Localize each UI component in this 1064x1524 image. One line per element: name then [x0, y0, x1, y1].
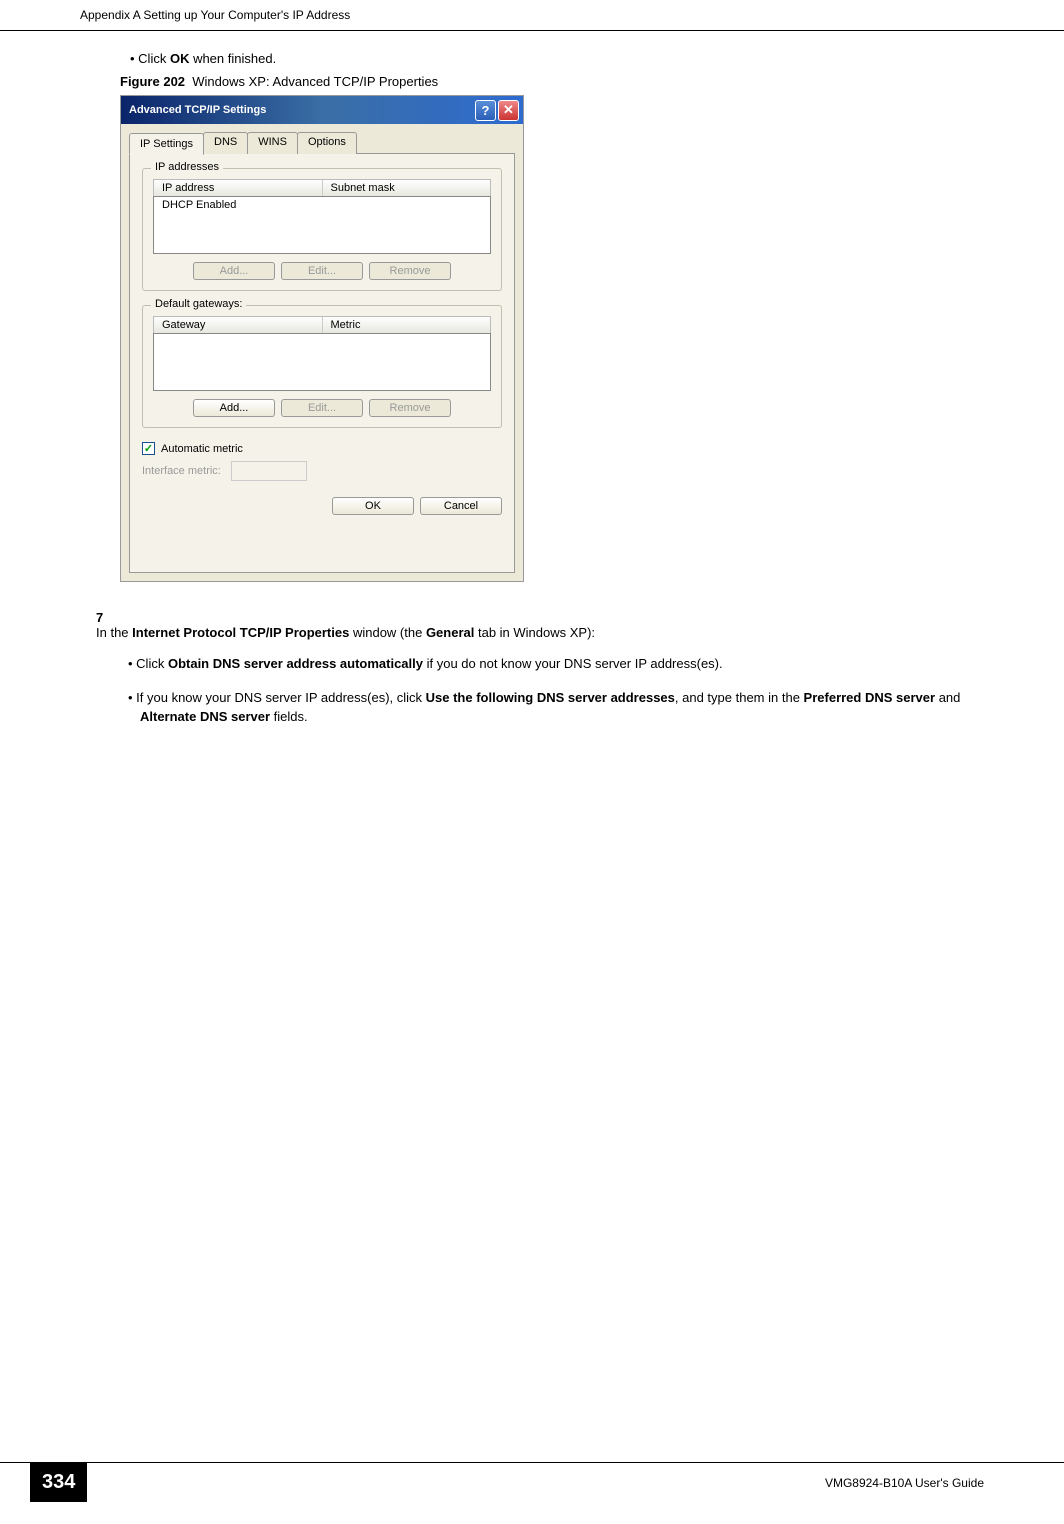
appendix-title: Appendix A Setting up Your Computer's IP… — [80, 8, 350, 22]
interface-metric-label: Interface metric: — [142, 465, 221, 477]
gw-list-header: Gateway Metric — [153, 316, 491, 333]
cancel-button[interactable]: Cancel — [420, 497, 502, 515]
ip-list-header: IP address Subnet mask — [153, 179, 491, 196]
figure-caption: Figure 202 Windows XP: Advanced TCP/IP P… — [120, 74, 984, 89]
guide-name: VMG8924-B10A User's Guide — [825, 1476, 984, 1490]
list-row[interactable]: DHCP Enabled — [154, 197, 490, 213]
tab-dns[interactable]: DNS — [203, 132, 248, 154]
advanced-tcpip-dialog: Advanced TCP/IP Settings ? ✕ IP Settings… — [120, 95, 524, 582]
gw-add-button[interactable]: Add... — [193, 399, 275, 417]
ip-list[interactable]: DHCP Enabled — [153, 196, 491, 254]
automatic-metric-label: Automatic metric — [161, 443, 243, 455]
tab-strip: IP Settings DNS WINS Options — [129, 132, 515, 154]
ip-edit-button: Edit... — [281, 262, 363, 280]
step7-bullet-1: Click Obtain DNS server address automati… — [140, 654, 984, 674]
col-metric[interactable]: Metric — [323, 317, 491, 333]
close-icon[interactable]: ✕ — [498, 100, 519, 121]
page-number: 334 — [30, 1463, 87, 1502]
ip-addresses-group: IP addresses IP address Subnet mask DHCP… — [142, 168, 502, 291]
default-gateways-group: Default gateways: Gateway Metric Add... … — [142, 305, 502, 428]
dialog-title: Advanced TCP/IP Settings — [129, 104, 266, 116]
automatic-metric-checkbox[interactable]: ✓ — [142, 442, 155, 455]
bullet-click-ok: Click OK when finished. — [130, 51, 984, 66]
ok-button[interactable]: OK — [332, 497, 414, 515]
step7-bullet-2: If you know your DNS server IP address(e… — [140, 688, 984, 727]
titlebar[interactable]: Advanced TCP/IP Settings ? ✕ — [121, 96, 523, 124]
tab-options[interactable]: Options — [297, 132, 357, 154]
page-footer: 334 VMG8924-B10A User's Guide — [0, 1462, 1064, 1502]
col-subnet-mask[interactable]: Subnet mask — [323, 180, 491, 196]
help-icon[interactable]: ? — [475, 100, 496, 121]
ip-add-button[interactable]: Add... — [193, 262, 275, 280]
interface-metric-input — [231, 461, 307, 481]
gw-list[interactable] — [153, 333, 491, 391]
page-header: Appendix A Setting up Your Computer's IP… — [0, 0, 1064, 31]
tab-ip-settings[interactable]: IP Settings — [129, 133, 204, 155]
step-7: 7 In the Internet Protocol TCP/IP Proper… — [96, 610, 984, 640]
col-gateway[interactable]: Gateway — [154, 317, 323, 333]
gw-edit-button: Edit... — [281, 399, 363, 417]
tab-wins[interactable]: WINS — [247, 132, 298, 154]
gw-remove-button: Remove — [369, 399, 451, 417]
ip-remove-button: Remove — [369, 262, 451, 280]
col-ip-address[interactable]: IP address — [154, 180, 323, 196]
